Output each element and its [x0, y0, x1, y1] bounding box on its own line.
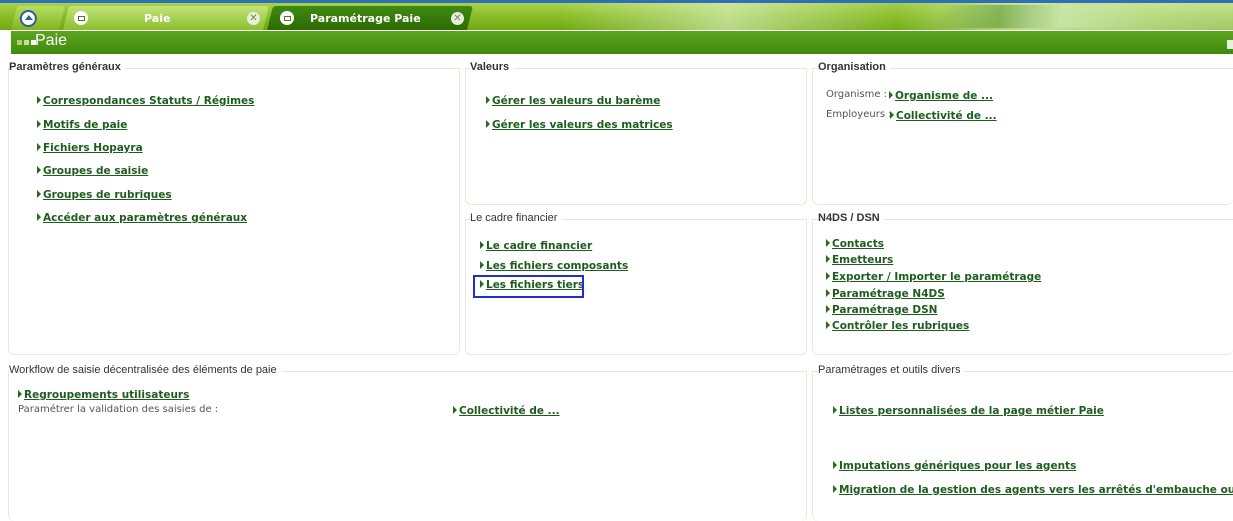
tab-paie[interactable]: Paie ✕ — [63, 6, 269, 30]
top-tab-bar: Paie ✕ Paramétrage Paie ✕ — [0, 0, 1233, 30]
tab-parametrage-paie[interactable]: Paramétrage Paie ✕ — [267, 6, 473, 30]
link-valeurs-bareme[interactable]: Gérer les valeurs du barème — [486, 95, 660, 107]
selection-highlight — [473, 275, 584, 298]
screen-icon — [280, 11, 294, 25]
panel-outils-divers: Paramétrages et outils divers Listes per… — [812, 364, 1233, 521]
employeurs-label: Employeurs : — [826, 109, 892, 120]
link-acceder-parametres-generaux[interactable]: Accéder aux paramètres généraux — [37, 212, 247, 224]
link-contacts[interactable]: Contacts — [826, 238, 884, 250]
panel-title: Organisation — [818, 61, 890, 73]
panel-title: Paramétrages et outils divers — [818, 364, 965, 376]
panel-valeurs: Valeurs Gérer les valeurs du barème Gére… — [465, 61, 807, 205]
page-title-bar: Paie — [11, 31, 1233, 54]
link-valeurs-matrices[interactable]: Gérer les valeurs des matrices — [486, 119, 673, 131]
screen-icon — [74, 11, 88, 25]
tab-parametrage-label: Paramétrage Paie — [310, 11, 421, 25]
link-organisme[interactable]: Organisme de ... — [889, 90, 993, 102]
panel-title: Paramètres généraux — [9, 61, 125, 73]
panel-n4ds-dsn: N4DS / DSN Contacts Emetteurs Exporter /… — [812, 212, 1233, 355]
panel-workflow: Workflow de saisie décentralisée des élé… — [8, 364, 807, 521]
header-decoration-image — [940, 5, 1140, 28]
link-correspondances[interactable]: Correspondances Statuts / Régimes — [37, 95, 254, 107]
close-icon[interactable]: ✕ — [451, 11, 464, 25]
link-motifs-de-paie[interactable]: Motifs de paie — [37, 119, 127, 131]
link-groupes-de-rubriques[interactable]: Groupes de rubriques — [37, 189, 172, 201]
panel-parametres-generaux: Paramètres généraux Correspondances Stat… — [8, 61, 460, 355]
link-imputations-generiques[interactable]: Imputations génériques pour les agents — [833, 460, 1076, 472]
link-cadre-financier[interactable]: Le cadre financier — [480, 240, 592, 252]
link-emetteurs[interactable]: Emetteurs — [826, 254, 893, 266]
link-employeurs-collectivite[interactable]: Collectivité de ... — [890, 110, 997, 122]
link-regroupements-utilisateurs[interactable]: Regroupements utilisateurs — [18, 389, 189, 401]
close-icon[interactable]: ✕ — [247, 11, 260, 25]
link-fichiers-hopayra[interactable]: Fichiers Hopayra — [37, 142, 143, 154]
link-controler-rubriques[interactable]: Contrôler les rubriques — [826, 320, 969, 332]
link-parametrage-n4ds[interactable]: Paramétrage N4DS — [826, 288, 945, 300]
validation-label: Paramétrer la validation des saisies de … — [18, 404, 219, 415]
home-icon — [20, 9, 37, 27]
link-listes-personnalisees[interactable]: Listes personnalisées de la page métier … — [833, 405, 1104, 417]
panel-title: N4DS / DSN — [818, 212, 884, 224]
title-squares-icon — [17, 40, 36, 45]
panel-title: Valeurs — [470, 61, 514, 73]
organisme-label: Organisme : — [826, 89, 888, 100]
page-title: Paie — [35, 32, 68, 49]
tab-home[interactable] — [11, 6, 65, 30]
panel-organisation: Organisation Organisme : Organisme de ..… — [812, 61, 1233, 205]
link-validation-collectivite[interactable]: Collectivité de ... — [453, 405, 560, 417]
link-exporter-importer[interactable]: Exporter / Importer le paramétrage — [826, 271, 1041, 283]
link-groupes-de-saisie[interactable]: Groupes de saisie — [37, 165, 148, 177]
title-bar-edge — [1227, 40, 1233, 49]
link-migration-gestion-agents[interactable]: Migration de la gestion des agents vers … — [833, 484, 1233, 496]
link-fichiers-composants[interactable]: Les fichiers composants — [480, 260, 628, 272]
panel-title: Le cadre financier — [470, 212, 562, 224]
tab-paie-label: Paie — [144, 11, 171, 25]
panel-title: Workflow de saisie décentralisée des élé… — [9, 364, 281, 376]
link-parametrage-dsn[interactable]: Paramétrage DSN — [826, 304, 937, 316]
